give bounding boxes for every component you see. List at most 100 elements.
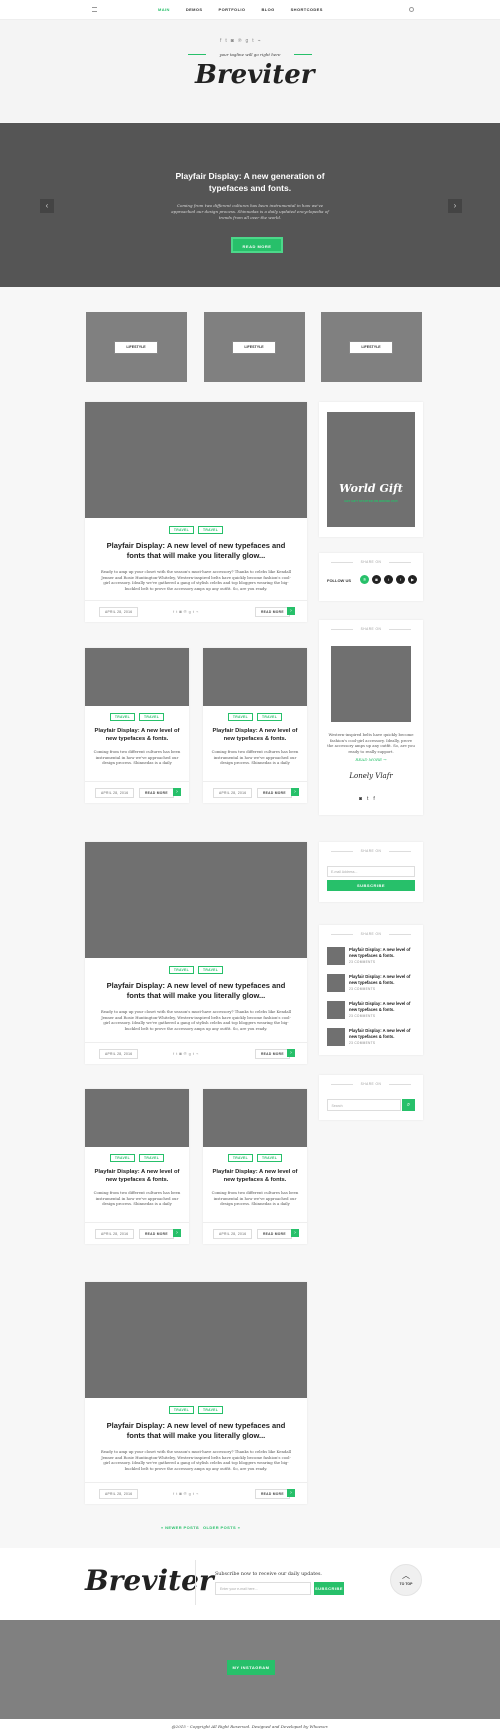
recent-post-thumbnail[interactable] — [327, 974, 345, 992]
nav-item-shortcodes[interactable]: SHORTCODES — [283, 0, 331, 20]
tumblr-icon[interactable]: t — [252, 38, 253, 44]
category-label[interactable]: LIFESTYLE — [349, 341, 393, 354]
arrow-right-icon[interactable]: › — [287, 1049, 295, 1057]
category-box[interactable]: LIFESTYLE — [321, 312, 422, 382]
recent-post-title[interactable]: Playfair Display: A new level of new typ… — [349, 1028, 419, 1039]
read-more-button[interactable]: READ MORE — [255, 1489, 290, 1499]
pinterest-icon[interactable]: ℗ — [184, 1051, 187, 1056]
post-tag[interactable]: TRAVEL — [168, 1406, 194, 1414]
category-label[interactable]: LIFESTYLE — [114, 341, 158, 354]
google-icon[interactable]: g — [189, 1051, 191, 1056]
recent-post-title[interactable]: Playfair Display: A new level of new typ… — [349, 974, 419, 985]
recent-post-item[interactable]: Playfair Display: A new level of new typ… — [327, 974, 417, 994]
twitter-icon[interactable]: t — [384, 575, 393, 584]
nav-item-portfolio[interactable]: PORTFOLIO — [211, 0, 254, 20]
youtube-icon[interactable]: ▶ — [408, 575, 417, 584]
nav-item-blog[interactable]: BLOG — [253, 0, 282, 20]
read-more-button[interactable]: READ MORE — [257, 1229, 292, 1239]
post-title[interactable]: Playfair Display: A new level of new typ… — [93, 727, 181, 743]
newsletter-email-input[interactable]: E-mail Address... — [327, 866, 415, 877]
twitter-icon[interactable]: t — [176, 1051, 177, 1056]
post-tag[interactable]: TRAVEL — [168, 526, 194, 534]
arrow-right-icon[interactable]: › — [173, 788, 181, 796]
slider-read-more-button[interactable]: READ MORE — [231, 237, 283, 253]
post-image[interactable] — [85, 1089, 189, 1147]
facebook-icon[interactable]: f — [173, 609, 174, 614]
tumblr-icon[interactable]: t — [193, 609, 194, 614]
facebook-icon[interactable]: f — [173, 1051, 174, 1056]
slider-next-button[interactable]: › — [448, 199, 462, 213]
read-more-button[interactable]: READ MORE — [255, 1049, 290, 1059]
post-image[interactable] — [85, 1282, 307, 1398]
post-tag[interactable]: TRAVEL — [257, 1154, 283, 1162]
post-tag[interactable]: TRAVEL — [227, 1154, 253, 1162]
rss-icon[interactable]: ⌁ — [258, 38, 261, 44]
post-title[interactable]: Playfair Display: A new level of new typ… — [97, 541, 295, 561]
post-image[interactable] — [203, 648, 307, 706]
facebook-icon[interactable]: f — [173, 1491, 174, 1496]
about-read-more-link[interactable]: READ MORE → — [319, 757, 423, 762]
arrow-right-icon[interactable]: › — [291, 788, 299, 796]
arrow-right-icon[interactable]: › — [287, 1489, 295, 1497]
ad-banner[interactable]: World Gift GET GIFT STARTED ON BREWE 201… — [327, 412, 415, 527]
pinterest-icon[interactable]: ℗ — [238, 38, 242, 44]
read-more-button[interactable]: READ MORE — [257, 788, 292, 798]
post-tag[interactable]: TRAVEL — [109, 1154, 135, 1162]
post-title[interactable]: Playfair Display: A new level of new typ… — [97, 981, 295, 1001]
search-icon[interactable]: ⌕ — [402, 1099, 415, 1111]
post-title[interactable]: Playfair Display: A new level of new typ… — [93, 1168, 181, 1184]
post-image[interactable] — [85, 648, 189, 706]
nav-item-main[interactable]: MAIN — [150, 0, 178, 20]
site-logo[interactable]: Breviter — [195, 60, 314, 90]
post-tag[interactable]: TRAVEL — [227, 713, 253, 721]
google-icon[interactable]: g — [246, 38, 249, 44]
twitter-icon[interactable]: t — [225, 38, 226, 44]
post-title[interactable]: Playfair Display: A new level of new typ… — [211, 1168, 299, 1184]
instagram-icon[interactable]: ◙ — [231, 38, 234, 44]
instagram-icon[interactable]: ◙ — [179, 1051, 181, 1056]
instagram-icon[interactable]: ◙ — [372, 575, 381, 584]
instagram-icon[interactable]: ◙ — [179, 609, 181, 614]
footer-subscribe-button[interactable]: SUBSCRIBE — [314, 1582, 344, 1595]
nav-item-demos[interactable]: DEMOS — [178, 0, 211, 20]
post-image[interactable] — [85, 402, 307, 518]
arrow-right-icon[interactable]: › — [291, 1229, 299, 1237]
category-box[interactable]: LIFESTYLE — [86, 312, 187, 382]
instagram-icon[interactable]: ◙ — [179, 1491, 181, 1496]
category-label[interactable]: LIFESTYLE — [232, 341, 276, 354]
recent-post-title[interactable]: Playfair Display: A new level of new typ… — [349, 947, 419, 958]
facebook-icon[interactable]: f — [373, 796, 374, 802]
post-tag[interactable]: TRAVEL — [168, 966, 194, 974]
post-tag[interactable]: TRAVEL — [139, 1154, 165, 1162]
sidebar-search-input[interactable]: Search — [327, 1099, 401, 1111]
category-box[interactable]: LIFESTYLE — [204, 312, 305, 382]
twitter-icon[interactable]: t — [176, 609, 177, 614]
recent-post-thumbnail[interactable] — [327, 1001, 345, 1019]
facebook-icon[interactable]: f — [220, 38, 221, 44]
google-icon[interactable]: g — [189, 609, 191, 614]
menu-icon[interactable] — [92, 7, 97, 12]
twitter-icon[interactable]: t — [367, 796, 368, 802]
recent-post-item[interactable]: Playfair Display: A new level of new typ… — [327, 1001, 417, 1021]
post-image[interactable] — [203, 1089, 307, 1147]
footer-email-input[interactable]: Enter your e-mail here... — [215, 1582, 311, 1595]
post-image[interactable] — [85, 842, 307, 958]
recent-post-thumbnail[interactable] — [327, 947, 345, 965]
read-more-button[interactable]: READ MORE — [139, 788, 174, 798]
rss-icon[interactable]: ⌁ — [196, 1491, 198, 1496]
post-tag[interactable]: TRAVEL — [198, 966, 224, 974]
tumblr-icon[interactable]: t — [193, 1051, 194, 1056]
instagram-icon[interactable]: ◙ — [359, 796, 362, 802]
twitter-icon[interactable]: t — [176, 1491, 177, 1496]
post-tag[interactable]: TRAVEL — [139, 713, 165, 721]
arrow-right-icon[interactable]: › — [173, 1229, 181, 1237]
rss-icon[interactable]: ⌁ — [196, 1051, 198, 1056]
instagram-button[interactable]: MY INSTAGRAM — [227, 1660, 275, 1675]
pinterest-icon[interactable]: ℗ — [360, 575, 369, 584]
post-tag[interactable]: TRAVEL — [198, 526, 224, 534]
post-tag[interactable]: TRAVEL — [109, 713, 135, 721]
recent-post-thumbnail[interactable] — [327, 1028, 345, 1046]
recent-post-title[interactable]: Playfair Display: A new level of new typ… — [349, 1001, 419, 1012]
post-title[interactable]: Playfair Display: A new level of new typ… — [97, 1421, 295, 1441]
newsletter-subscribe-button[interactable]: SUBSCRIBE — [327, 880, 415, 891]
